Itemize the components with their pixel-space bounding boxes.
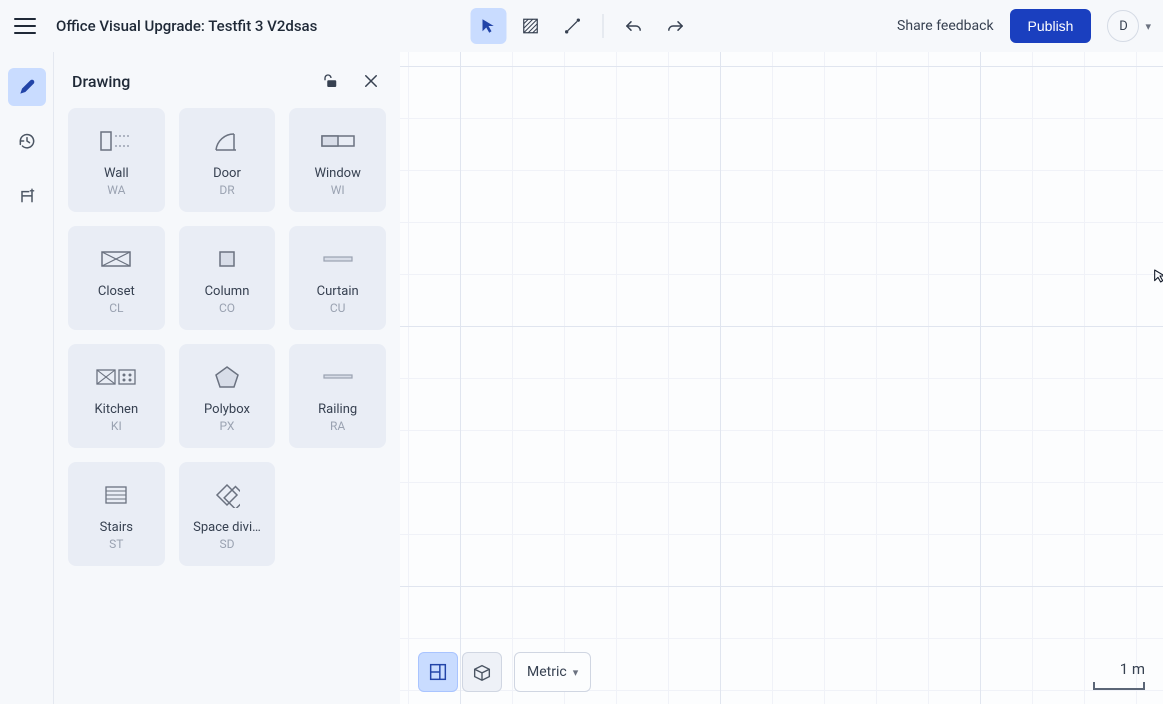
draw-mode-button[interactable] (8, 68, 46, 106)
space-divider-icon (203, 478, 251, 512)
tool-window[interactable]: Window WI (289, 108, 386, 212)
curtain-icon (314, 242, 362, 276)
right-cluster: Share feedback Publish D ▾ (897, 9, 1151, 43)
cursor-icon (479, 17, 497, 35)
chevron-down-icon: ▾ (1145, 20, 1151, 33)
history-icon (17, 131, 37, 151)
canvas[interactable]: Metric ▾ 1 m (400, 52, 1163, 704)
scale-indicator: 1 m (1093, 660, 1145, 690)
tool-railing[interactable]: Railing RA (289, 344, 386, 448)
furniture-icon (17, 185, 37, 205)
history-button[interactable] (8, 122, 46, 160)
cube-icon (471, 661, 493, 683)
closet-icon (92, 242, 140, 276)
chevron-down-icon: ▾ (573, 666, 579, 679)
line-tool[interactable] (554, 8, 590, 44)
publish-button[interactable]: Publish (1010, 9, 1092, 43)
toolbar-divider (602, 14, 603, 38)
tool-curtain[interactable]: Curtain CU (289, 226, 386, 330)
tool-code: WI (331, 183, 345, 197)
redo-button[interactable] (657, 8, 693, 44)
tool-kitchen[interactable]: Kitchen KI (68, 344, 165, 448)
menu-button[interactable] (12, 13, 38, 39)
door-icon (203, 124, 251, 158)
tool-label: Stairs (100, 520, 133, 535)
panel-title: Drawing (72, 72, 130, 91)
tool-code: SD (219, 537, 234, 551)
tool-code: ST (109, 537, 123, 551)
drawing-panel: Drawing W (54, 52, 400, 704)
left-rail (0, 52, 54, 704)
hatch-icon (521, 17, 539, 35)
scale-label: 1 m (1093, 660, 1145, 678)
unlock-icon (322, 72, 340, 90)
close-panel-button[interactable] (360, 70, 382, 92)
column-icon (203, 242, 251, 276)
tool-label: Door (213, 166, 241, 181)
avatar: D (1107, 10, 1139, 42)
canvas-grid (400, 52, 1163, 704)
stairs-icon (92, 478, 140, 512)
tool-code: DR (219, 183, 234, 197)
panel-header: Drawing (68, 70, 386, 92)
tool-label: Window (314, 166, 360, 181)
tool-polybox[interactable]: Polybox PX (179, 344, 276, 448)
tool-label: Column (205, 284, 250, 299)
tool-code: KI (111, 419, 122, 433)
pen-icon (17, 77, 37, 97)
tool-stairs[interactable]: Stairs ST (68, 462, 165, 566)
line-icon (562, 16, 582, 36)
tool-label: Space divi… (193, 520, 261, 535)
scale-bar-icon (1093, 682, 1145, 690)
redo-icon (665, 16, 685, 36)
tool-column[interactable]: Column CO (179, 226, 276, 330)
tool-label: Curtain (317, 284, 359, 299)
tool-label: Wall (104, 166, 129, 181)
tool-code: CL (109, 301, 123, 315)
view-toggle (418, 652, 502, 692)
select-tool[interactable] (470, 8, 506, 44)
close-icon (362, 72, 380, 90)
kitchen-icon (92, 360, 140, 394)
tool-code: CO (219, 301, 235, 315)
undo-button[interactable] (615, 8, 651, 44)
user-menu[interactable]: D ▾ (1107, 10, 1151, 42)
tool-label: Closet (98, 284, 135, 299)
furniture-button[interactable] (8, 176, 46, 214)
tool-grid: Wall WA Door DR Window WI (68, 108, 386, 566)
window-icon (314, 124, 362, 158)
tool-door[interactable]: Door DR (179, 108, 276, 212)
unlock-button[interactable] (320, 70, 342, 92)
top-bar: Office Visual Upgrade: Testfit 3 V2dsas (0, 0, 1163, 52)
polybox-icon (203, 360, 251, 394)
wall-icon (92, 124, 140, 158)
railing-icon (314, 360, 362, 394)
center-toolbar (470, 8, 693, 44)
tool-code: RA (330, 419, 345, 433)
tool-label: Polybox (204, 402, 250, 417)
tool-space-divider[interactable]: Space divi… SD (179, 462, 276, 566)
units-select[interactable]: Metric ▾ (514, 652, 591, 692)
tool-closet[interactable]: Closet CL (68, 226, 165, 330)
bottom-bar: Metric ▾ (418, 652, 591, 692)
units-label: Metric (527, 664, 567, 680)
tool-label: Railing (318, 402, 357, 417)
plan-icon (427, 661, 449, 683)
document-title: Office Visual Upgrade: Testfit 3 V2dsas (56, 17, 317, 35)
tool-code: CU (330, 301, 346, 315)
tool-wall[interactable]: Wall WA (68, 108, 165, 212)
view-3d-button[interactable] (462, 652, 502, 692)
tool-label: Kitchen (95, 402, 139, 417)
share-feedback-link[interactable]: Share feedback (897, 18, 994, 34)
view-2d-button[interactable] (418, 652, 458, 692)
tool-code: WA (107, 183, 125, 197)
undo-icon (623, 16, 643, 36)
hatch-tool[interactable] (512, 8, 548, 44)
tool-code: PX (220, 419, 235, 433)
